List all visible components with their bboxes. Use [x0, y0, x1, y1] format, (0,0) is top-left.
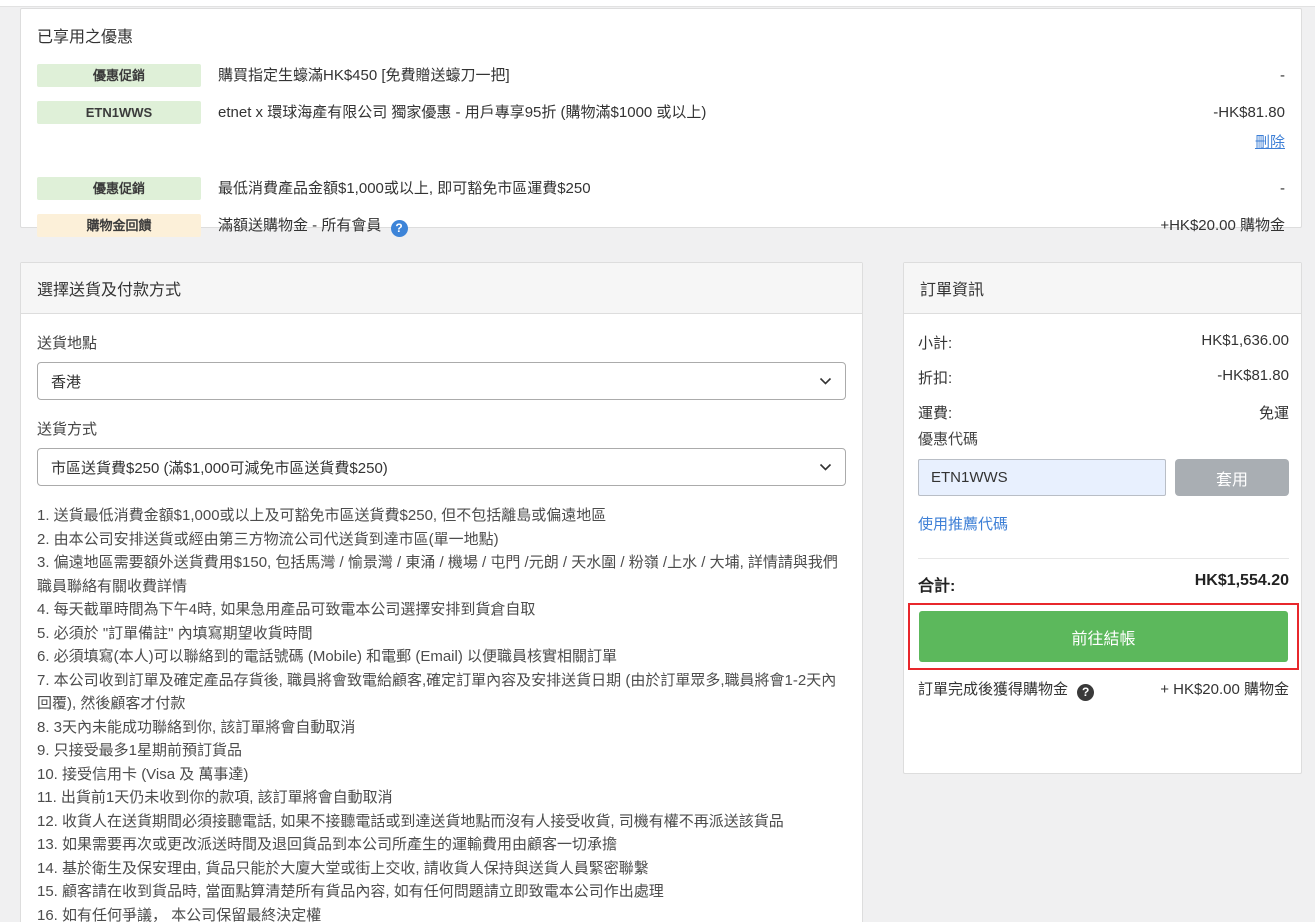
promo-amount: -	[1135, 177, 1285, 200]
chevron-down-icon	[819, 377, 832, 386]
delivery-location-value: 香港	[51, 371, 81, 392]
credit-row: 訂單完成後獲得購物金 ? + HK$20.00 購物金	[918, 679, 1289, 701]
checkout-highlight-box: 前往結帳	[908, 603, 1299, 670]
delivery-location-select[interactable]: 香港	[37, 362, 846, 400]
delivery-note: 8. 3天內未能成功聯絡到你, 該訂單將會自動取消	[37, 716, 846, 740]
promo-amount: +HK$20.00 購物金	[1135, 214, 1285, 237]
delivery-notes: 1. 送貨最低消費金額$1,000或以上及可豁免市區送貨費$250, 但不包括離…	[37, 504, 846, 922]
subtotal-value: HK$1,636.00	[1201, 332, 1289, 353]
discount-label: 折扣:	[918, 367, 952, 388]
promo-code-label: 優惠代碼	[918, 428, 1289, 449]
delete-promo-link[interactable]: 刪除	[1135, 131, 1285, 154]
promo-description: 最低消費產品金額$1,000或以上, 即可豁免市區運費$250	[218, 177, 1123, 200]
delivery-note: 7. 本公司收到訂單及確定產品存貨後, 職員將會致電給顧客,確定訂單內容及安排送…	[37, 669, 846, 716]
delivery-note: 11. 出貨前1天仍未收到你的款項, 該訂單將會自動取消	[37, 786, 846, 810]
promo-description: 滿額送購物金 - 所有會員 ?	[218, 214, 1123, 237]
promo-row: 優惠促銷 最低消費產品金額$1,000或以上, 即可豁免市區運費$250 -	[37, 177, 1285, 200]
subtotal-label: 小計:	[918, 332, 952, 353]
promo-row: 購物金回饋 滿額送購物金 - 所有會員 ? +HK$20.00 購物金	[37, 214, 1285, 237]
promo-description: 購買指定生蠔滿HK$450 [免費贈送蠔刀一把]	[218, 64, 1123, 87]
delivery-note: 12. 收貨人在送貨期間必須接聽電話, 如果不接聽電話或到達送貨地點而沒有人接受…	[37, 810, 846, 834]
promotions-panel: 已享用之優惠 優惠促銷 購買指定生蠔滿HK$450 [免費贈送蠔刀一把] - E…	[20, 8, 1302, 228]
delivery-note: 4. 每天截單時間為下午4時, 如果急用產品可致電本公司選擇安排到貨倉自取	[37, 598, 846, 622]
promotions-panel-title: 已享用之優惠	[37, 23, 1285, 47]
promo-description-text: 滿額送購物金 - 所有會員	[218, 217, 381, 234]
delivery-note: 9. 只接受最多1星期前預訂貨品	[37, 739, 846, 763]
promo-amount-value: -HK$81.80	[1213, 104, 1285, 121]
order-divider	[918, 558, 1289, 559]
delivery-note: 14. 基於衛生及保安理由, 貨品只能於大廈大堂或街上交收, 請收貨人保持與送貨…	[37, 857, 846, 881]
discount-value: -HK$81.80	[1217, 367, 1289, 388]
chevron-down-icon	[819, 463, 832, 472]
delivery-location-label: 送貨地點	[37, 332, 846, 353]
total-label: 合計:	[918, 572, 955, 596]
promo-amount: -	[1135, 64, 1285, 87]
promo-badge: 優惠促銷	[37, 177, 201, 200]
delivery-note: 3. 偏遠地區需要額外送貨費用$150, 包括馬灣 / 愉景灣 / 東涌 / 機…	[37, 551, 846, 598]
promo-badge: ETN1WWS	[37, 101, 201, 124]
delivery-method-select[interactable]: 市區送貨費$250 (滿$1,000可減免市區送貨費$250)	[37, 448, 846, 486]
credit-note-label: 訂單完成後獲得購物金 ?	[918, 679, 1094, 701]
delivery-panel-title: 選擇送貨及付款方式	[21, 263, 862, 314]
checkout-page: 已享用之優惠 優惠促銷 購買指定生蠔滿HK$450 [免費贈送蠔刀一把] - E…	[0, 0, 1315, 922]
promo-amount: -HK$81.80 刪除	[1135, 101, 1285, 154]
subtotal-row: 小計: HK$1,636.00	[918, 332, 1289, 353]
help-icon[interactable]: ?	[1077, 684, 1094, 701]
order-panel-title: 訂單資訊	[904, 263, 1301, 314]
delivery-note: 13. 如果需要再次或更改派送時間及退回貨品到本公司所產生的運輸費用由顧客一切承…	[37, 833, 846, 857]
order-info-panel: 訂單資訊 小計: HK$1,636.00 折扣: -HK$81.80 運費: 免…	[903, 262, 1302, 774]
discount-row: 折扣: -HK$81.80	[918, 367, 1289, 388]
shipping-label: 運費:	[918, 402, 952, 423]
promo-code-row: 套用	[918, 459, 1289, 496]
delivery-note: 15. 顧客請在收到貨品時, 當面點算清楚所有貨品內容, 如有任何問題請立即致電…	[37, 880, 846, 904]
promo-badge: 優惠促銷	[37, 64, 201, 87]
checkout-button[interactable]: 前往結帳	[919, 611, 1288, 662]
delivery-method-value: 市區送貨費$250 (滿$1,000可減免市區送貨費$250)	[51, 457, 388, 478]
promo-row: ETN1WWS etnet x 環球海產有限公司 獨家優惠 - 用戶專享95折 …	[37, 101, 1285, 154]
delivery-note: 1. 送貨最低消費金額$1,000或以上及可豁免市區送貨費$250, 但不包括離…	[37, 504, 846, 528]
delivery-panel: 選擇送貨及付款方式 送貨地點 香港 送貨方式 市區送貨費$250 (滿$1,00…	[20, 262, 863, 922]
delivery-note: 10. 接受信用卡 (Visa 及 萬事達)	[37, 763, 846, 787]
delivery-note: 5. 必須於 "訂單備註" 內填寫期望收貨時間	[37, 622, 846, 646]
total-value: HK$1,554.20	[1195, 572, 1289, 596]
total-row: 合計: HK$1,554.20	[918, 572, 1289, 596]
help-icon[interactable]: ?	[391, 220, 408, 237]
delivery-note: 16. 如有任何爭議， 本公司保留最終決定權	[37, 904, 846, 922]
promo-badge: 購物金回饋	[37, 214, 201, 237]
promo-code-input[interactable]	[918, 459, 1166, 496]
apply-promo-button[interactable]: 套用	[1175, 459, 1289, 496]
referral-code-link[interactable]: 使用推薦代碼	[918, 513, 1008, 534]
credit-note-text: 訂單完成後獲得購物金	[918, 681, 1068, 698]
shipping-value: 免運	[1259, 402, 1289, 423]
delivery-note: 2. 由本公司安排送貨或經由第三方物流公司代送貨到達市區(單一地點)	[37, 528, 846, 552]
shipping-row: 運費: 免運	[918, 402, 1289, 423]
delivery-note: 6. 必須填寫(本人)可以聯絡到的電話號碼 (Mobile) 和電郵 (Emai…	[37, 645, 846, 669]
promo-description: etnet x 環球海產有限公司 獨家優惠 - 用戶專享95折 (購物滿$100…	[218, 101, 1123, 124]
delivery-method-label: 送貨方式	[37, 418, 846, 439]
promo-row: 優惠促銷 購買指定生蠔滿HK$450 [免費贈送蠔刀一把] -	[37, 64, 1285, 87]
top-divider	[0, 0, 1315, 7]
credit-value: + HK$20.00 購物金	[1144, 679, 1289, 701]
